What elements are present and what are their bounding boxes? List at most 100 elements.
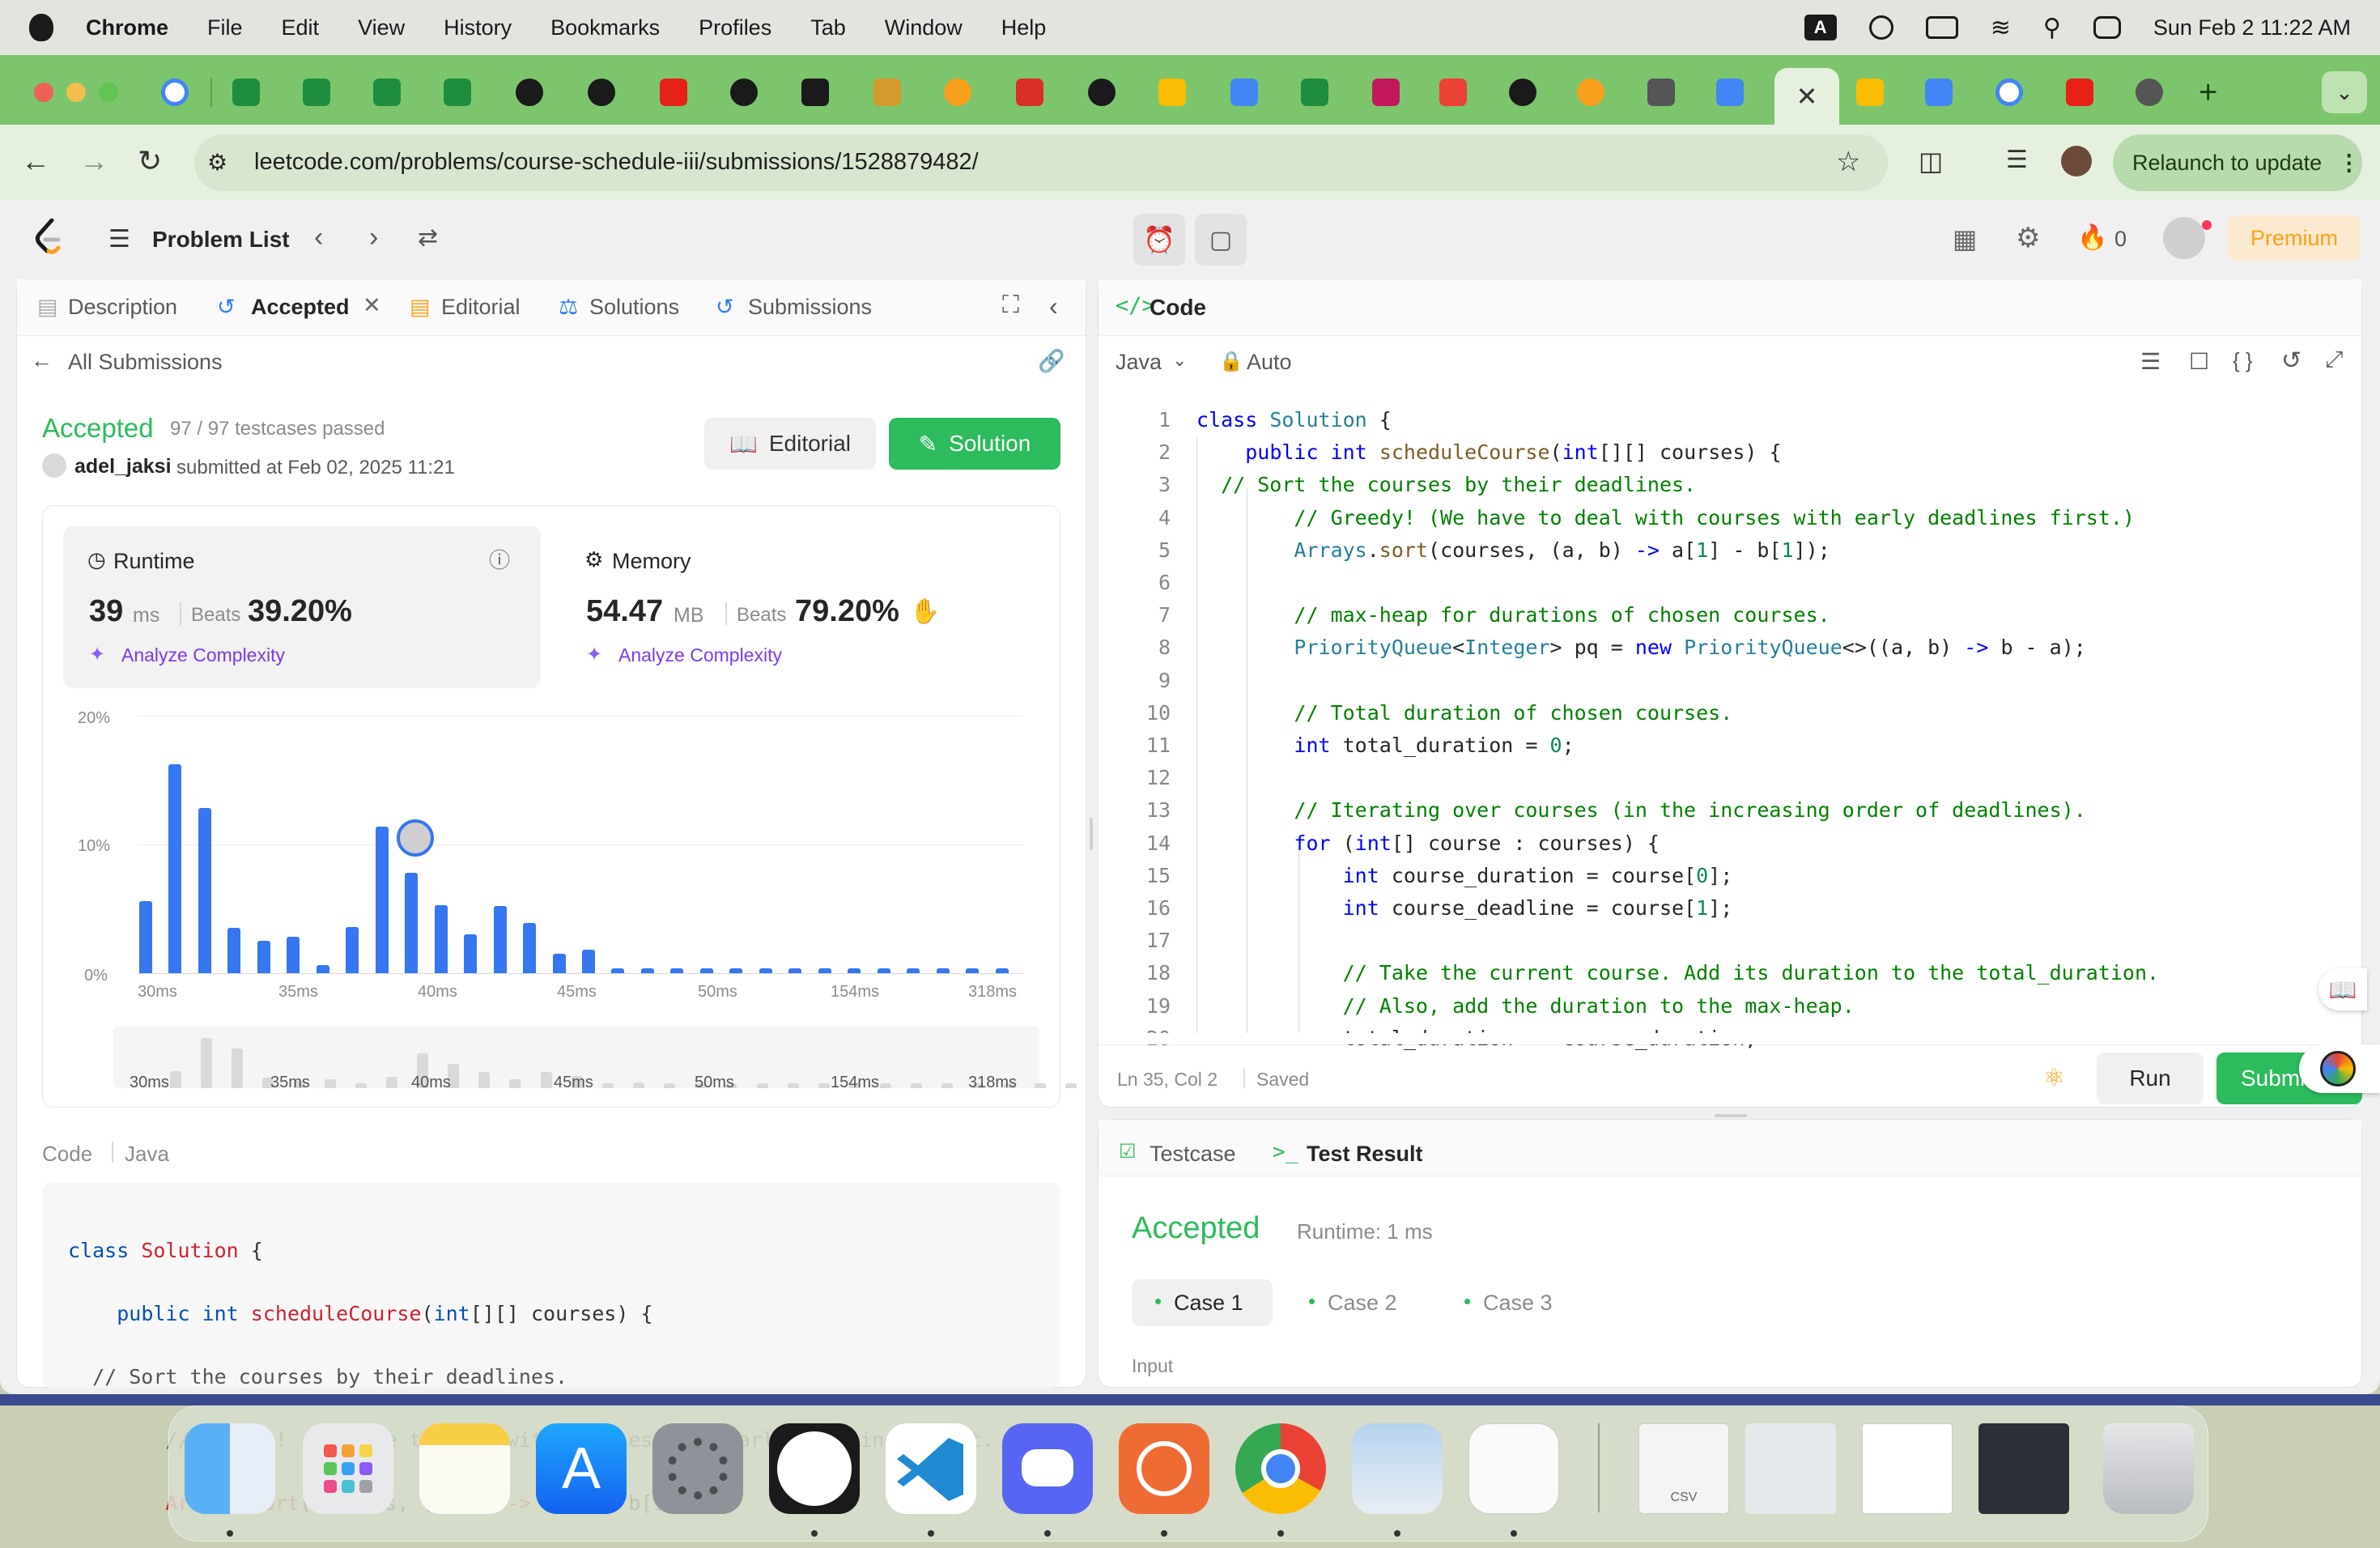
battery-icon[interactable]: [1925, 16, 1958, 39]
chart-bar[interactable]: [434, 904, 448, 973]
app-store-icon[interactable]: A: [536, 1423, 627, 1514]
close-accepted-tab-icon[interactable]: ✕: [363, 293, 381, 318]
tab-github-icon[interactable]: [516, 79, 543, 106]
list-icon[interactable]: ☰: [108, 225, 130, 253]
leetcode-logo-icon[interactable]: [34, 218, 63, 254]
tab-sheets-icon-2[interactable]: [303, 79, 330, 106]
chart-bar[interactable]: [405, 872, 419, 973]
reload-icon[interactable]: ↻: [138, 144, 162, 178]
documents-stack-icon[interactable]: [1862, 1423, 1953, 1514]
tab-google-icon-2[interactable]: [1995, 79, 2023, 106]
media-controls-icon[interactable]: ☰: [2006, 146, 2028, 174]
share-link-icon[interactable]: 🔗: [1038, 348, 1065, 374]
tab-github-icon-2[interactable]: [730, 79, 758, 106]
tab-sheets-icon-4[interactable]: [444, 79, 471, 106]
tab-drive-icon-2[interactable]: [1856, 79, 1884, 106]
tab-leetcode-icon[interactable]: [944, 79, 971, 106]
search-icon[interactable]: ⚲: [2043, 14, 2061, 42]
reader-book-icon[interactable]: 📖: [2318, 968, 2367, 1010]
tab-sheets-icon-3[interactable]: [373, 79, 401, 106]
all-submissions-link[interactable]: All Submissions: [68, 350, 223, 375]
menu-history[interactable]: History: [444, 15, 512, 40]
extensions-icon[interactable]: ◫: [1919, 146, 1943, 176]
chart-bar[interactable]: [523, 923, 537, 973]
runtime-analyze-complexity[interactable]: Analyze Complexity: [121, 644, 285, 666]
code-line[interactable]: int course_deadline = course[1];: [1196, 896, 1733, 920]
tab-testcase[interactable]: Testcase: [1150, 1142, 1236, 1167]
editorial-button[interactable]: 📖 Editorial: [704, 418, 876, 470]
code-line[interactable]: // Iterating over courses (in the increa…: [1196, 798, 2085, 822]
tab-description[interactable]: Description: [68, 295, 177, 320]
code-line[interactable]: // Total duration of chosen courses.: [1196, 701, 1732, 725]
chart-bar[interactable]: [375, 826, 389, 973]
input-source-icon[interactable]: A: [1804, 15, 1837, 40]
user-avatar[interactable]: [2163, 217, 2205, 259]
new-tab-button[interactable]: +: [2199, 74, 2217, 111]
braces-icon[interactable]: { }: [2233, 348, 2253, 373]
tab-docs-icon-3[interactable]: [1925, 79, 1953, 106]
code-line[interactable]: int course_duration = course[0];: [1196, 864, 1733, 887]
csv-file-icon[interactable]: CSV: [1638, 1423, 1729, 1514]
tab-editorial[interactable]: Editorial: [441, 295, 521, 320]
code-line[interactable]: PriorityQueue<Integer> pq = new Priority…: [1196, 636, 2085, 659]
tab-chatgpt-icon-3[interactable]: [1509, 79, 1536, 106]
url-text[interactable]: leetcode.com/problems/course-schedule-ii…: [254, 149, 979, 176]
forward-arrow-icon[interactable]: →: [79, 144, 108, 178]
menu-help[interactable]: Help: [1001, 15, 1047, 40]
play-icon[interactable]: [1868, 15, 1893, 40]
bookmark-star-icon[interactable]: ☆: [1836, 146, 1860, 178]
active-tab-close-button[interactable]: ✕: [1774, 68, 1839, 125]
site-info-icon[interactable]: ⚙: [207, 149, 227, 176]
your-submission-avatar-marker[interactable]: [397, 819, 434, 857]
username[interactable]: adel_jaksi: [74, 455, 172, 478]
textedit-icon[interactable]: [1468, 1423, 1559, 1514]
tab-chatgpt-icon[interactable]: [588, 79, 615, 106]
tab-submissions[interactable]: Submissions: [748, 295, 872, 320]
code-line[interactable]: public int scheduleCourse(int[][] course…: [1196, 440, 1781, 464]
tab-leetcode-icon-2[interactable]: [1577, 79, 1604, 106]
vscode-icon[interactable]: [886, 1423, 976, 1514]
info-icon[interactable]: ⓘ: [489, 544, 510, 574]
runtime-distribution-chart[interactable]: [138, 716, 1023, 973]
chart-bar[interactable]: [139, 900, 152, 973]
tab-ideone-icon[interactable]: [1647, 79, 1675, 106]
code-line[interactable]: // Greedy! (We have to deal with courses…: [1196, 506, 2135, 529]
window-zoom-button[interactable]: [99, 83, 118, 102]
tab-youtube-icon-2[interactable]: [2066, 79, 2093, 106]
case-1-label[interactable]: Case 1: [1174, 1291, 1243, 1316]
tab-search-button[interactable]: ⌄: [2322, 71, 2367, 113]
code-line[interactable]: class Solution {: [1196, 408, 1392, 432]
tab-accepted[interactable]: Accepted: [251, 295, 350, 320]
menu-view[interactable]: View: [358, 15, 405, 40]
chart-bar[interactable]: [227, 928, 241, 973]
tab-gmail-icon[interactable]: [1439, 79, 1467, 106]
clock-app-icon[interactable]: [769, 1423, 860, 1514]
code-line[interactable]: Arrays.sort(courses, (a, b) -> a[1] - b[…: [1196, 538, 1830, 562]
streak-fire-icon[interactable]: 🔥: [2077, 223, 2107, 252]
debug-bug-icon[interactable]: ⚛: [2043, 1064, 2065, 1092]
tab-site-icon-3[interactable]: [1016, 79, 1043, 106]
language-selector[interactable]: Java: [1116, 350, 1162, 375]
premium-button[interactable]: Premium: [2228, 215, 2361, 261]
chart-bar[interactable]: [316, 965, 329, 973]
layout-icon[interactable]: ▦: [1953, 223, 1977, 254]
menu-profiles[interactable]: Profiles: [699, 15, 771, 40]
code-line[interactable]: // Sort the courses by their deadlines.: [1196, 473, 1696, 496]
relaunch-to-update-button[interactable]: Relaunch to update ⋮: [2113, 134, 2362, 191]
extension-floating-icon[interactable]: [2320, 1051, 2356, 1087]
downloads-stack-icon[interactable]: [1745, 1423, 1836, 1514]
screenshot-stack-icon[interactable]: [1978, 1423, 2069, 1514]
code-line[interactable]: for (int[] course : courses) {: [1196, 831, 1660, 855]
code-line[interactable]: // max-heap for durations of chosen cour…: [1196, 603, 1830, 627]
menubar-clock[interactable]: Sun Feb 2 11:22 AM: [2153, 15, 2351, 40]
chart-bar[interactable]: [287, 937, 300, 973]
control-center-icon[interactable]: [2093, 16, 2121, 39]
chart-bar[interactable]: [198, 808, 211, 973]
chart-bar[interactable]: [582, 950, 595, 973]
chart-bar[interactable]: [168, 764, 182, 973]
back-arrow-icon[interactable]: ←: [21, 144, 50, 178]
prev-problem-icon[interactable]: ‹: [314, 222, 323, 253]
launchpad-icon[interactable]: [303, 1423, 393, 1514]
fullscreen-icon[interactable]: ⤢: [2325, 347, 2343, 373]
back-arrow-icon-2[interactable]: ←: [31, 348, 53, 373]
